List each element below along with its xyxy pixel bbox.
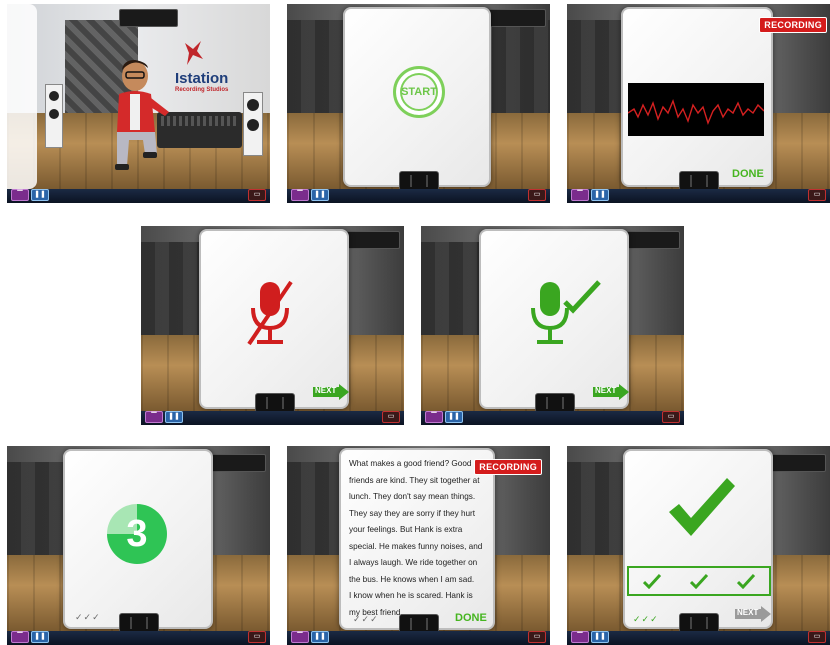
- next-button[interactable]: NEXT: [313, 384, 349, 400]
- speaker-right: [243, 92, 263, 156]
- exit-button[interactable]: ▭: [248, 631, 266, 643]
- microphone-icon: [531, 280, 601, 344]
- menu-button[interactable]: ▔: [291, 189, 309, 201]
- next-label: NEXT: [595, 386, 617, 395]
- next-button[interactable]: NEXT: [593, 384, 629, 400]
- studio-ceiling-box: [119, 9, 178, 27]
- pause-button[interactable]: ❚❚: [591, 189, 609, 201]
- countdown-number: 3: [126, 512, 148, 555]
- pause-button[interactable]: ❚❚: [165, 411, 183, 423]
- story-line: I know when he is scared. Hank is: [349, 591, 473, 600]
- panel-recording: RECORDING DONE ▔ ❚❚ ▭: [567, 4, 830, 203]
- start-label: START: [401, 86, 437, 98]
- exit-icon: ▭: [253, 191, 261, 198]
- story-line: special. He makes funny noises, and: [349, 541, 483, 551]
- exit-button[interactable]: ▭: [248, 189, 266, 201]
- story-line: lunch. They don't say mean things.: [349, 492, 476, 501]
- exit-button[interactable]: ▭: [528, 631, 546, 643]
- panel-mic-off: NEXT ▔ ❚❚ ▭: [141, 226, 404, 425]
- menu-button[interactable]: ▔: [145, 411, 163, 423]
- waveform-icon: [627, 98, 765, 126]
- next-button[interactable]: NEXT: [735, 606, 771, 622]
- pause-button[interactable]: ❚❚: [591, 631, 609, 643]
- bottom-bar: ▔ ❚❚ ▭: [7, 189, 270, 203]
- panel-mic-ok: NEXT ▔ ❚❚ ▭: [421, 226, 684, 425]
- checkmark-icon: [689, 573, 708, 589]
- microphone-muted-icon: [247, 280, 293, 346]
- exit-button[interactable]: ▭: [662, 411, 680, 423]
- pause-button[interactable]: ❚❚: [445, 411, 463, 423]
- exit-button[interactable]: ▭: [808, 631, 826, 643]
- card-edge: [7, 4, 37, 189]
- menu-button[interactable]: ▔: [571, 189, 589, 201]
- speaker-left: [45, 84, 63, 148]
- avatar-character: [115, 60, 169, 170]
- story-line: your feelings. But Hank is extra: [349, 525, 463, 534]
- pause-button[interactable]: ❚❚: [31, 189, 49, 201]
- menu-button[interactable]: ▔: [571, 631, 589, 643]
- pause-button[interactable]: ❚❚: [31, 631, 49, 643]
- exit-button[interactable]: ▭: [528, 189, 546, 201]
- checkmark-icon: [669, 478, 735, 536]
- story-line: the bus. He knows when I am sad.: [349, 574, 475, 584]
- panel-countdown: 3 ✓✓✓ ▔ ❚❚ ▭: [7, 446, 270, 645]
- story-line: What makes a good friend? Good: [349, 459, 472, 468]
- panel-studio: Istation Recording Studios ▔ ❚❚ ▭: [7, 4, 270, 203]
- panel-complete: ✓✓✓ NEXT ▔ ❚❚ ▭: [567, 446, 830, 645]
- story-line: They say they are sorry if they hurt: [349, 508, 476, 518]
- panel-reading: RECORDING What makes a good friend? Good…: [287, 446, 550, 645]
- countdown-timer: 3: [107, 504, 167, 564]
- menu-button[interactable]: ▔: [291, 631, 309, 643]
- card-clip: [399, 171, 439, 191]
- next-label: NEXT: [315, 386, 337, 395]
- menu-icon: ▔: [17, 191, 23, 198]
- start-button[interactable]: START: [393, 66, 445, 118]
- pause-button[interactable]: ❚❚: [311, 189, 329, 201]
- studio-logo-text: Istation: [175, 70, 229, 87]
- studio-logo-figure: [173, 39, 213, 69]
- done-button[interactable]: DONE: [455, 612, 487, 624]
- progress-checks: ✓✓✓: [353, 614, 379, 624]
- studio-logo-subtext: Recording Studios: [175, 87, 229, 93]
- story-line: I always laugh. We ride together on: [349, 558, 478, 567]
- progress-checks: ✓✓✓: [633, 614, 659, 624]
- checkmark-icon: [563, 280, 601, 314]
- recording-badge: RECORDING: [474, 459, 542, 475]
- panel-start: START ▔ ❚❚ ▭: [287, 4, 550, 203]
- pause-icon: ❚❚: [34, 191, 46, 198]
- story-passage: What makes a good friend? Good friends a…: [349, 456, 482, 621]
- menu-button[interactable]: ▔: [425, 411, 443, 423]
- menu-button[interactable]: ▔: [11, 189, 29, 201]
- recording-badge: RECORDING: [759, 17, 827, 33]
- attempts-check-row: [627, 566, 771, 596]
- story-line: friends are kind. They sit together at: [349, 475, 480, 485]
- exit-button[interactable]: ▭: [382, 411, 400, 423]
- waveform-display: [627, 83, 765, 136]
- menu-button[interactable]: ▔: [11, 631, 29, 643]
- pause-button[interactable]: ❚❚: [311, 631, 329, 643]
- next-label: NEXT: [737, 608, 759, 617]
- checkmark-icon: [736, 573, 755, 589]
- done-button[interactable]: DONE: [732, 168, 764, 180]
- exit-button[interactable]: ▭: [808, 189, 826, 201]
- checkmark-icon: [643, 573, 662, 589]
- progress-checks: ✓✓✓: [75, 612, 101, 622]
